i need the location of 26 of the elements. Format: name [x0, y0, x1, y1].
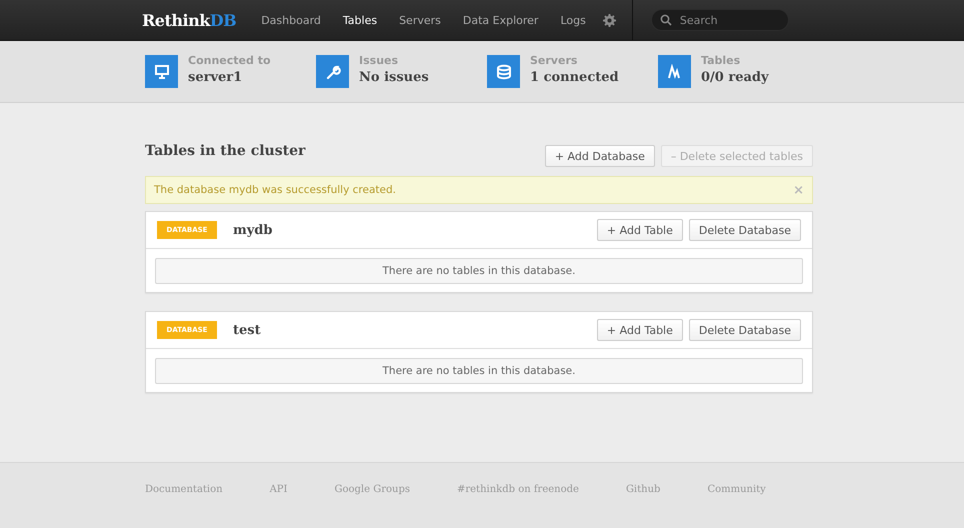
add-database-button[interactable]: + Add Database: [544, 145, 655, 167]
logo[interactable]: RethinkDB: [142, 10, 236, 30]
nav-link[interactable]: Servers: [388, 14, 452, 26]
stat-value: server1: [188, 70, 244, 85]
stat-value: No issues: [359, 70, 429, 85]
stat-value: 0/0 ready: [701, 70, 769, 85]
search-field[interactable]: Search: [650, 9, 789, 32]
page-title: Tables in the cluster: [145, 143, 306, 159]
nav-link[interactable]: Logs: [549, 14, 597, 26]
database-name: mydb: [233, 222, 274, 238]
nav-link[interactable]: Tables: [332, 14, 388, 26]
add-table-button[interactable]: + Add Table: [596, 219, 683, 241]
delete-database-button[interactable]: Delete Database: [688, 319, 801, 341]
stat-label: Connected to: [188, 54, 271, 67]
stat-label: Tables: [701, 54, 742, 67]
add-table-button[interactable]: + Add Table: [596, 319, 683, 341]
nav-link[interactable]: Data Explorer: [452, 14, 550, 26]
stat-label: Servers: [530, 54, 578, 67]
nav-link[interactable]: Dashboard: [250, 14, 332, 26]
delete-database-button[interactable]: Delete Database: [688, 219, 801, 241]
empty-message: There are no tables in this database.: [155, 358, 803, 384]
empty-message: There are no tables in this database.: [155, 258, 803, 284]
alert-message: The database mydb was successfully created.: [154, 184, 396, 196]
stat-label: Issues: [359, 54, 400, 67]
database-name: test: [233, 322, 262, 338]
stat-value: 1 connected: [530, 70, 619, 85]
